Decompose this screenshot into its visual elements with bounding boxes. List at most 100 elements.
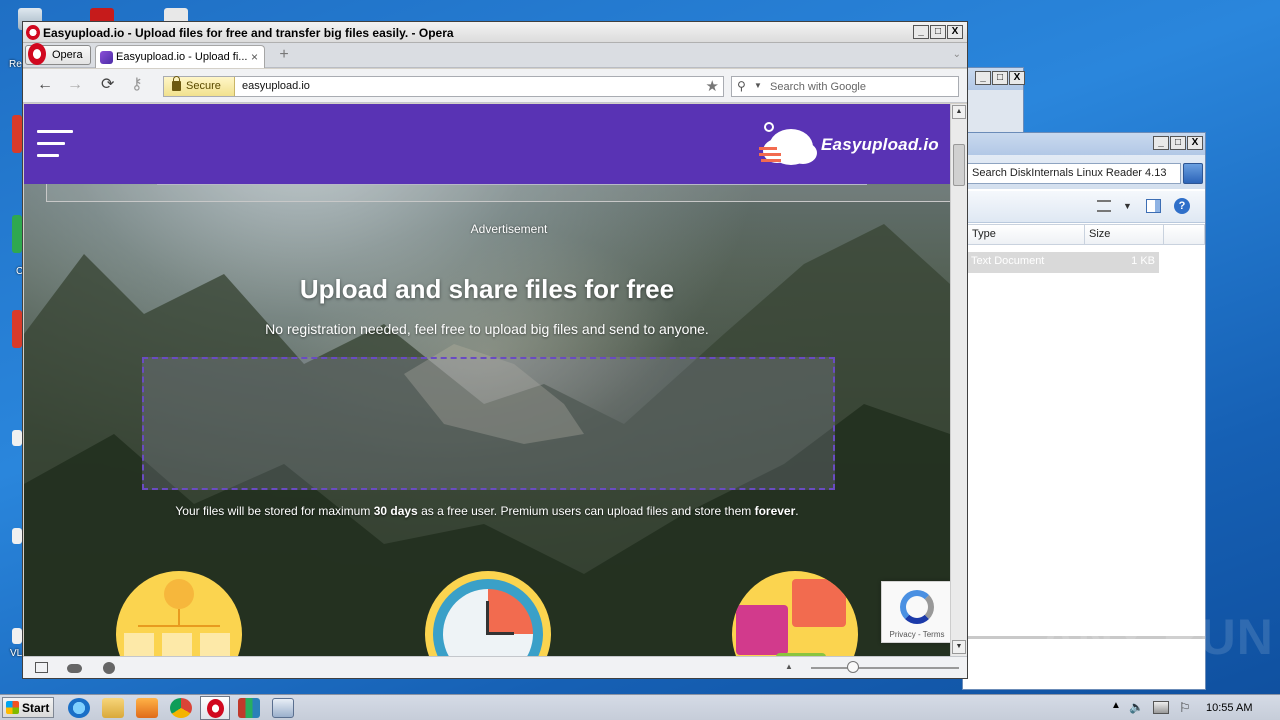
new-tab-button[interactable]: +	[275, 47, 293, 63]
archive-app-icon[interactable]	[238, 698, 260, 718]
search-icon: ⚲	[737, 79, 746, 93]
search-input[interactable]: ⚲ ▼ Search with Google	[731, 76, 959, 97]
column-header-type[interactable]: Type	[967, 224, 1085, 245]
explorer-icon[interactable]	[102, 698, 124, 718]
file-row[interactable]: Text Document 1 KB	[967, 252, 1159, 273]
opera-window[interactable]: Easyupload.io - Upload files for free an…	[22, 21, 968, 679]
url-text[interactable]: easyupload.io	[242, 80, 310, 92]
windows-logo-icon	[6, 701, 19, 714]
tab-close-icon[interactable]: ×	[251, 50, 258, 64]
volume-icon[interactable]: 🔈	[1129, 700, 1144, 714]
opera-menu-label: Opera	[52, 49, 83, 61]
key-icon[interactable]: ⚷	[131, 77, 143, 93]
network-icon[interactable]	[1153, 701, 1169, 714]
forward-button[interactable]: →	[67, 77, 83, 93]
page-viewport[interactable]: Easyupload.io Advertisement Upload and s…	[24, 104, 950, 656]
site-header: Easyupload.io	[24, 104, 950, 184]
speed-dial-icon[interactable]	[103, 662, 115, 674]
explorer-toolbar	[963, 191, 1205, 223]
clock[interactable]: 10:55 AM	[1206, 702, 1252, 714]
brand-name: Easyupload.io	[821, 135, 939, 154]
desktop-icon-1[interactable]	[12, 115, 22, 153]
explorer-search-button[interactable]	[1183, 163, 1203, 184]
search-placeholder: Search with Google	[770, 81, 866, 93]
chevron-down-icon[interactable]: ▼	[1123, 201, 1132, 211]
column-header-size[interactable]: Size	[1084, 224, 1164, 245]
file-type: Text Document	[971, 255, 1045, 267]
explorer-window-buttons: _ □ X	[1153, 136, 1203, 150]
scroll-thumb[interactable]	[953, 144, 965, 186]
zoom-out-icon[interactable]: ▲	[785, 662, 793, 671]
system-tray: ▲ 🔈 ⚐	[1103, 695, 1280, 720]
address-bar[interactable]: Secure easyupload.io ★	[163, 76, 724, 97]
window-title: Easyupload.io - Upload files for free an…	[43, 26, 454, 40]
window-titlebar: Easyupload.io - Upload files for free an…	[23, 22, 967, 43]
view-options-icon[interactable]	[1097, 200, 1111, 212]
desktop-icon-5[interactable]	[12, 528, 22, 544]
minimize-button[interactable]: _	[975, 71, 991, 85]
zoom-slider-track[interactable]	[811, 667, 959, 669]
secure-label: Secure	[186, 80, 221, 92]
column-header-extra[interactable]	[1163, 224, 1205, 245]
anyrun-watermark: ANY RUN	[1040, 609, 1274, 665]
reader-app-icon[interactable]	[272, 698, 294, 718]
action-center-flag-icon[interactable]: ⚐	[1179, 700, 1191, 716]
panel-toggle-icon[interactable]	[35, 662, 48, 673]
explorer-search-input[interactable]: Search DiskInternals Linux Reader 4.13	[967, 163, 1181, 184]
desktop-icon-3[interactable]	[12, 310, 22, 348]
opera-logo-icon	[26, 25, 40, 40]
vertical-scrollbar[interactable]: ▲ ▼	[950, 104, 967, 656]
chrome-icon[interactable]	[170, 698, 192, 718]
navigation-bar: ← → ⟳ ⚷ Secure easyupload.io ★ ⚲ ▼ Searc…	[23, 69, 967, 103]
minimize-button[interactable]: _	[1153, 136, 1169, 150]
close-button[interactable]: X	[947, 25, 963, 39]
hamburger-menu-icon[interactable]	[37, 130, 73, 166]
reload-button[interactable]: ⟳	[101, 77, 114, 93]
help-icon[interactable]: ?	[1174, 198, 1190, 214]
cloud-logo-icon	[759, 122, 817, 165]
recaptcha-links[interactable]: Privacy - Terms	[882, 630, 950, 639]
tray-expand-icon[interactable]: ▲	[1111, 700, 1121, 711]
opera-o-icon	[28, 43, 46, 65]
minimize-button[interactable]: _	[913, 25, 929, 39]
explorer-window[interactable]: _ □ X Search DiskInternals Linux Reader …	[962, 132, 1206, 690]
turbo-cloud-icon[interactable]	[67, 664, 82, 673]
file-size: 1 KB	[1131, 255, 1155, 267]
chevron-down-icon[interactable]: ▼	[754, 81, 762, 90]
tab-bar: Opera Easyupload.io - Upload fi... × + ⌄	[23, 43, 967, 68]
tab-list-icon[interactable]: ⌄	[953, 49, 961, 60]
media-player-icon[interactable]	[136, 698, 158, 718]
start-button[interactable]: Start	[2, 697, 54, 718]
secure-badge[interactable]: Secure	[164, 76, 235, 96]
scroll-up-button[interactable]: ▲	[952, 105, 966, 119]
maximize-button[interactable]: □	[1170, 136, 1186, 150]
maximize-button[interactable]: □	[992, 71, 1008, 85]
advertisement-label: Advertisement	[470, 222, 548, 236]
explorer-back-window-buttons: _ □ X	[975, 71, 1025, 85]
explorer-window-back[interactable]: _ □ X	[966, 67, 1025, 137]
back-button[interactable]: ←	[37, 77, 53, 93]
tab-easyupload[interactable]: Easyupload.io - Upload fi... ×	[95, 45, 265, 68]
upload-dropzone[interactable]	[142, 357, 835, 490]
site-logo[interactable]: Easyupload.io	[757, 117, 947, 173]
preview-pane-icon[interactable]	[1146, 199, 1161, 213]
maximize-button[interactable]: □	[930, 25, 946, 39]
zoom-slider-thumb[interactable]	[847, 661, 859, 673]
desktop-icon-2[interactable]	[12, 215, 22, 253]
opera-taskbar-button[interactable]	[200, 696, 230, 720]
opera-menu-button[interactable]: Opera	[25, 43, 91, 65]
recaptcha-logo-icon	[900, 590, 934, 624]
recaptcha-badge[interactable]: Privacy - Terms	[881, 581, 950, 643]
ad-banner-line	[157, 184, 867, 185]
scroll-down-button[interactable]: ▼	[952, 640, 966, 654]
storage-note-days: 30 days	[373, 504, 418, 518]
desktop-icon-6[interactable]	[12, 628, 22, 644]
close-button[interactable]: X	[1009, 71, 1025, 85]
close-button[interactable]: X	[1187, 136, 1203, 150]
status-bar: ▲	[23, 656, 967, 678]
bookmark-star-icon[interactable]: ★	[706, 77, 719, 95]
desktop-icon-4[interactable]	[12, 430, 22, 446]
ie-icon[interactable]	[68, 698, 90, 718]
storage-note-end: .	[795, 504, 799, 518]
hero-subtitle: No registration needed, feel free to upl…	[265, 321, 709, 337]
